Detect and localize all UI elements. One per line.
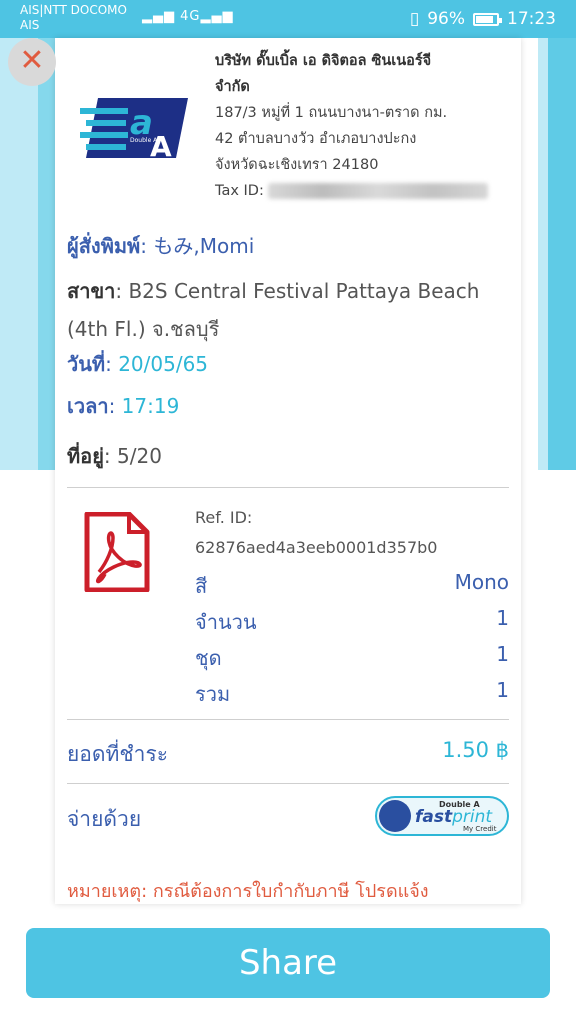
vibrate-icon: ▯ [409,9,420,29]
quantity-label: จำนวน [195,610,257,634]
company-info: บริษัท ดั๊บเบิ้ล เอ ดิจิตอล ซินเนอร์จี จ… [215,48,505,204]
fastprint-badge: Double A fastprint My Credit [375,796,509,836]
clock: 17:23 [507,9,556,29]
company-name: บริษัท ดั๊บเบิ้ล เอ ดิจิตอล ซินเนอร์จี [215,53,432,69]
set-value: 1 [496,642,509,666]
amount-due-value: 1.50 ฿ [442,738,509,762]
company-address-line2: 42 ตำบลบางวัว อำเภอบางปะกง [215,131,417,147]
divider [67,783,509,784]
double-a-logo: a A Double A [80,98,188,163]
printer-row: ผู้สั่งพิมพ์: もみ,Momi [67,234,255,258]
time-row: เวลา: 17:19 [67,394,180,418]
background-decoration-left-stripe [38,38,55,470]
branch-label: สาขา [67,279,116,303]
status-right: ▯ 96% 17:23 [410,9,556,29]
carrier-line-1: AIS|NTT DOCOMO [20,3,127,17]
signal-icon: ▂▄▆ 4G▂▄▆ [142,9,234,24]
svg-text:Double A: Double A [130,137,158,144]
battery-percent: 96% [427,9,465,29]
company-address-line1: 187/3 หมู่ที่ 1 ถนนบางนา-ตราด กม. [215,105,448,121]
date-label: วันที่ [67,352,106,376]
receipt-card: a A Double A บริษัท ดั๊บเบิ้ล เอ ดิจิตอล… [55,38,521,904]
printer-label: ผู้สั่งพิมพ์ [67,234,141,258]
printer-value: もみ,Momi [153,234,255,258]
close-icon: ✕ [19,43,45,78]
branch-value: B2S Central Festival Pattaya Beach (4th … [67,279,480,341]
quantity-row: จำนวน 1 [195,606,509,638]
background-decoration-right [548,38,576,470]
status-bar: AIS|NTT DOCOMO AIS ▂▄▆ 4G▂▄▆ ▯ 96% 17:23 [0,0,576,38]
divider [67,487,509,488]
set-label: ชุด [195,646,222,670]
tax-id-label: Tax ID: [215,183,264,199]
company-name-line2: จำกัด [215,79,250,95]
address-row: ที่อยู่: 5/20 [67,444,162,468]
pdf-icon [84,512,150,592]
ref-id-value: 62876aed4a3eeb0001d357b0 [195,538,438,557]
total-row: รวม 1 [195,678,509,710]
close-button[interactable]: ✕ [8,38,56,86]
address-value: 5/20 [117,444,162,468]
background-decoration-right-stripe [538,38,548,470]
amount-due-label: ยอดที่ชำระ [67,742,169,766]
tax-id-redacted [268,183,489,199]
company-address-line3: จังหวัดฉะเชิงเทรา 24180 [215,157,379,173]
total-label: รวม [195,682,231,706]
color-label: สี [195,574,208,598]
tax-id: Tax ID: [215,178,505,204]
fastprint-logo-icon [379,800,411,832]
carrier-line-2: AIS [20,18,40,32]
total-value: 1 [496,678,509,702]
fastprint-credit: My Credit [463,825,497,833]
pay-with-label: จ่ายด้วย [67,807,142,831]
note-text: หมายเหตุ: กรณีต้องการใบกำกับภาษี โปรดแจ้… [67,881,429,902]
quantity-value: 1 [496,606,509,630]
time-label: เวลา [67,394,109,418]
date-row: วันที่: 20/05/65 [67,352,209,376]
fastprint-title: fastprint [415,807,493,827]
time-value: 17:19 [121,394,180,418]
set-row: ชุด 1 [195,642,509,674]
address-label: ที่อยู่ [67,444,104,468]
share-button[interactable]: Share [26,928,550,998]
carrier-label: AIS|NTT DOCOMO AIS [20,3,127,33]
battery-icon [473,12,502,26]
date-value: 20/05/65 [118,352,209,376]
svg-text:A: A [150,130,172,163]
branch-row: สาขา: B2S Central Festival Pattaya Beach… [67,279,480,341]
ref-id-label: Ref. ID: [195,508,253,527]
color-row: สี Mono [195,570,509,602]
color-value: Mono [454,570,509,594]
divider [67,719,509,720]
